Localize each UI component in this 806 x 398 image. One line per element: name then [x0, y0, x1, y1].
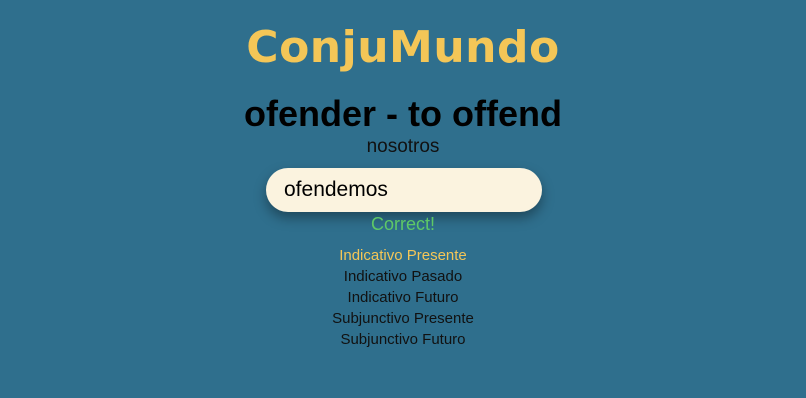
tense-item-subjunctivo-presente[interactable]: Subjunctivo Presente [0, 308, 806, 329]
tense-item-indicativo-presente[interactable]: Indicativo Presente [0, 245, 806, 266]
tense-list: Indicativo Presente Indicativo Pasado In… [0, 245, 806, 350]
verb-title: ofender - to offend [244, 93, 562, 134]
conjugation-input[interactable] [266, 168, 542, 212]
tense-item-indicativo-futuro[interactable]: Indicativo Futuro [0, 287, 806, 308]
tense-item-indicativo-pasado[interactable]: Indicativo Pasado [0, 266, 806, 287]
feedback-message: Correct! [370, 214, 435, 234]
pronoun-label: nosotros [366, 136, 440, 157]
tense-item-subjunctivo-futuro[interactable]: Subjunctivo Futuro [0, 329, 806, 350]
app-logo: ConjuMundo [246, 22, 560, 73]
